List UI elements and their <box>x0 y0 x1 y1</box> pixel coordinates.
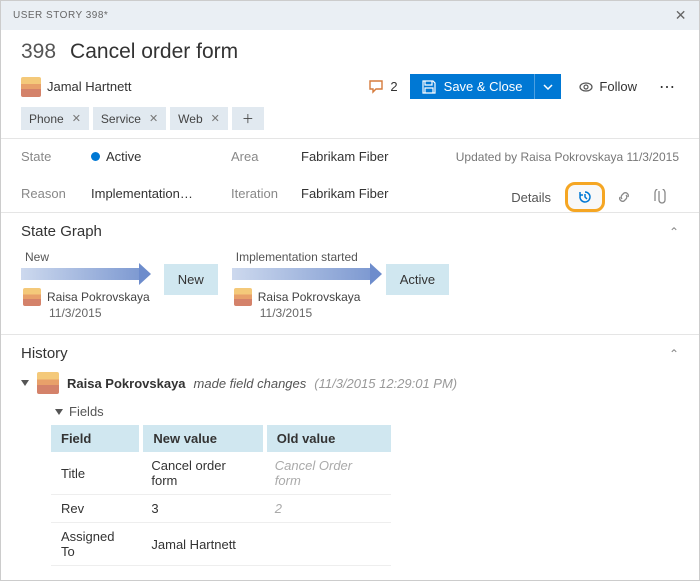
iteration-label: Iteration <box>231 186 301 201</box>
save-icon <box>422 80 436 94</box>
window-title: USER STORY 398* <box>13 10 108 21</box>
tag-service[interactable]: Service✕ <box>93 107 166 130</box>
reason-value[interactable]: Implementation… <box>91 186 231 201</box>
subtabs: Details <box>431 182 679 212</box>
titlebar: USER STORY 398* ✕ <box>1 1 699 30</box>
expand-icon[interactable] <box>21 380 29 386</box>
state-label: State <box>21 149 91 164</box>
collapse-icon[interactable]: ⌃ <box>669 225 679 239</box>
iteration-value[interactable]: Fabrikam Fiber <box>301 186 431 201</box>
assignee-picker[interactable]: Jamal Hartnett <box>21 77 132 97</box>
fields-block: Fields Field New value Old value TitleCa… <box>51 404 679 566</box>
fields-toggle[interactable]: Fields <box>55 404 679 419</box>
state-dot-icon <box>91 152 100 161</box>
avatar-icon <box>234 288 252 306</box>
tab-details[interactable]: Details <box>497 184 565 211</box>
chevron-down-icon <box>543 84 553 90</box>
work-item-title[interactable]: Cancel order form <box>70 40 238 64</box>
save-close-split-button: Save & Close <box>410 74 562 99</box>
work-item-id: 398 <box>21 40 56 64</box>
header: 398 Cancel order form Jamal Hartnett 2 S… <box>1 30 699 138</box>
fields-table: Field New value Old value TitleCancel or… <box>51 425 391 566</box>
history-user: Raisa Pokrovskaya <box>67 376 186 391</box>
work-item-window: USER STORY 398* ✕ 398 Cancel order form … <box>0 0 700 581</box>
state-box-new: New <box>164 264 218 295</box>
reason-label: Reason <box>21 186 91 201</box>
collapse-icon[interactable]: ⌃ <box>669 347 679 361</box>
table-row: Rev32 <box>51 495 391 523</box>
save-dropdown-caret[interactable] <box>535 74 561 99</box>
state-graph-section: State Graph ⌃ New Raisa Pokrovskaya 11/3… <box>1 212 699 334</box>
transition-arrow-icon <box>21 268 141 280</box>
comment-count[interactable]: 2 <box>369 79 397 94</box>
eye-icon <box>579 80 593 94</box>
state-value[interactable]: Active <box>91 149 231 164</box>
remove-tag-icon[interactable]: ✕ <box>211 112 220 125</box>
tag-phone[interactable]: Phone✕ <box>21 107 89 130</box>
transition-label: Implementation started <box>232 250 358 264</box>
history-timestamp: (11/3/2015 12:29:01 PM) <box>314 376 457 391</box>
col-old: Old value <box>265 425 391 452</box>
transition-arrow-icon <box>232 268 372 280</box>
history-title: History <box>21 345 68 362</box>
history-section: History ⌃ Raisa Pokrovskaya made field c… <box>1 334 699 580</box>
title-row: 398 Cancel order form <box>21 40 679 64</box>
link-icon <box>616 189 632 205</box>
comment-icon <box>369 80 385 94</box>
history-entry[interactable]: Raisa Pokrovskaya made field changes (11… <box>21 372 679 394</box>
attachment-icon <box>654 189 668 205</box>
transition-label: New <box>21 250 49 264</box>
history-icon <box>577 189 593 205</box>
state-graph: New Raisa Pokrovskaya 11/3/2015 New Impl… <box>21 250 679 320</box>
expand-icon <box>55 409 63 415</box>
tab-attachments[interactable] <box>643 183 679 211</box>
history-action: made field changes <box>194 376 307 391</box>
col-field: Field <box>51 425 141 452</box>
tag-web[interactable]: Web✕ <box>170 107 228 130</box>
add-tag-button[interactable]: ＋ <box>232 107 264 130</box>
tab-links[interactable] <box>605 183 643 211</box>
follow-button[interactable]: Follow <box>573 75 643 98</box>
state-graph-title: State Graph <box>21 223 102 240</box>
close-icon[interactable]: ✕ <box>675 7 687 24</box>
table-row: Assigned ToJamal Hartnett <box>51 523 391 566</box>
more-actions-button[interactable]: ⋯ <box>655 75 679 99</box>
meta-block: State Active Area Fabrikam Fiber Updated… <box>1 138 699 212</box>
col-new: New value <box>141 425 264 452</box>
avatar-icon <box>23 288 41 306</box>
avatar-icon <box>21 77 41 97</box>
tags-row: Phone✕ Service✕ Web✕ ＋ <box>21 107 679 130</box>
area-value[interactable]: Fabrikam Fiber <box>301 149 431 164</box>
updated-by: Updated by Raisa Pokrovskaya 11/3/2015 <box>431 150 679 164</box>
remove-tag-icon[interactable]: ✕ <box>72 112 81 125</box>
tab-history[interactable] <box>565 182 605 212</box>
action-row: Jamal Hartnett 2 Save & Close Follow ⋯ <box>21 74 679 99</box>
save-close-button[interactable]: Save & Close <box>410 74 536 99</box>
state-box-active: Active <box>386 264 449 295</box>
area-label: Area <box>231 149 301 164</box>
table-row: TitleCancel order formCancel Order form <box>51 452 391 495</box>
assignee-name: Jamal Hartnett <box>47 79 132 94</box>
remove-tag-icon[interactable]: ✕ <box>149 112 158 125</box>
avatar-icon <box>37 372 59 394</box>
